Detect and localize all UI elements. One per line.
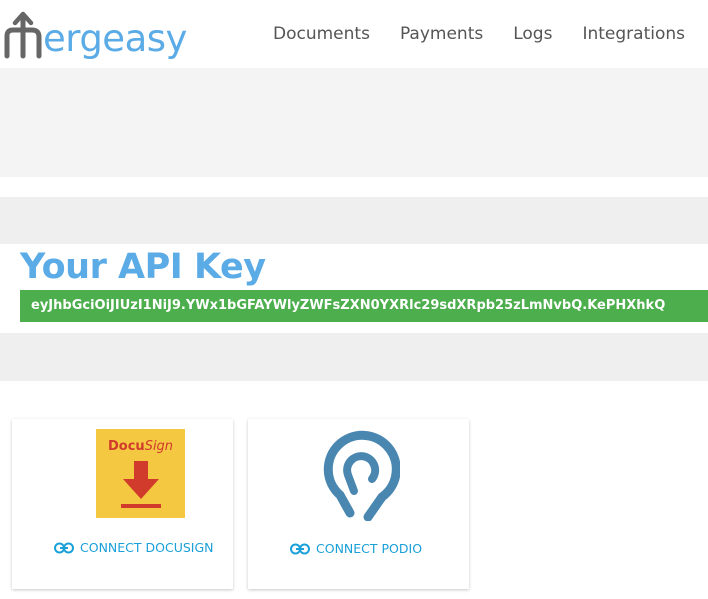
connect-podio-label: CONNECT PODIO <box>316 541 423 556</box>
divider-strip-bottom <box>0 333 708 381</box>
main-nav: Documents Payments Logs Integrations <box>256 0 708 68</box>
logo-text: ergeasy <box>43 16 187 60</box>
download-arrow-icon <box>121 461 161 508</box>
podio-logo <box>323 430 400 521</box>
nav-item-logs[interactable]: Logs <box>513 24 552 44</box>
docusign-logo: DocuSign <box>96 429 185 518</box>
connect-docusign-label: CONNECT DOCUSIGN <box>80 540 214 555</box>
connect-docusign-button[interactable]: CONNECT DOCUSIGN <box>54 540 214 555</box>
nav-item-documents[interactable]: Documents <box>273 24 370 44</box>
hero-band <box>0 68 708 177</box>
docusign-card: DocuSign CONNECT DOCUSIGN <box>12 419 233 589</box>
mergeasy-logo[interactable]: ergeasy <box>4 4 187 66</box>
divider-strip-top <box>0 197 708 244</box>
nav-item-payments[interactable]: Payments <box>400 24 483 44</box>
link-icon <box>290 543 310 555</box>
merge-arrow-icon <box>4 11 42 59</box>
link-icon <box>54 542 74 554</box>
api-key-title: Your API Key <box>20 247 266 287</box>
api-key-value[interactable]: eyJhbGciOiJIUzI1NiJ9.YWx1bGFAYWlyZWFsZXN… <box>20 290 708 322</box>
docusign-wordmark: DocuSign <box>108 439 174 454</box>
nav-item-integrations[interactable]: Integrations <box>582 24 685 44</box>
connect-podio-button[interactable]: CONNECT PODIO <box>290 541 422 556</box>
podio-card: CONNECT PODIO <box>248 419 469 589</box>
header: ergeasy Documents Payments Logs Integrat… <box>0 0 708 68</box>
